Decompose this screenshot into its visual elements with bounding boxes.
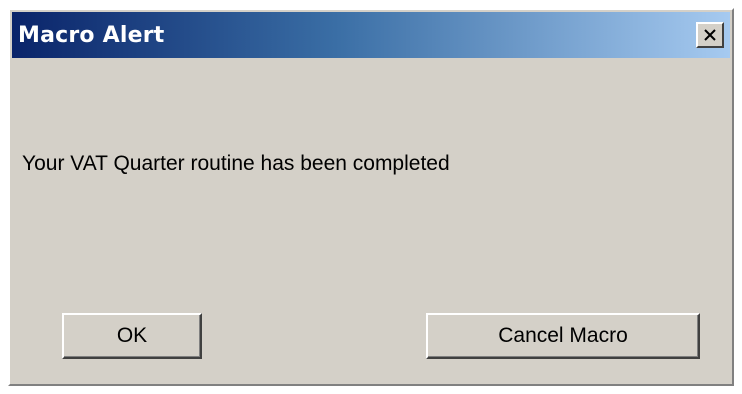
ok-button[interactable]: OK — [62, 313, 202, 359]
cancel-macro-button[interactable]: Cancel Macro — [426, 313, 700, 359]
title-bar[interactable]: Macro Alert — [12, 12, 730, 58]
macro-alert-dialog: Macro Alert Your VAT Quarter routine has… — [8, 8, 734, 386]
alert-message: Your VAT Quarter routine has been comple… — [22, 152, 450, 175]
window-title: Macro Alert — [18, 22, 165, 48]
close-icon — [703, 29, 717, 41]
close-button[interactable] — [696, 22, 724, 48]
